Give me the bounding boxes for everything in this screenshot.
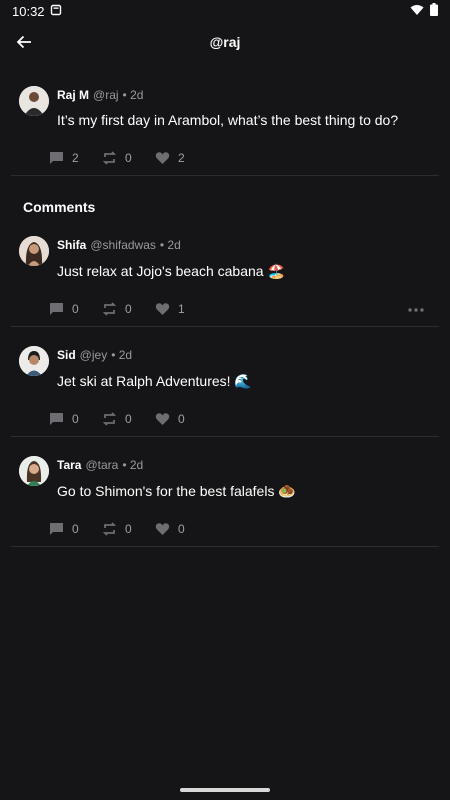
heart-icon <box>155 523 170 535</box>
repost-button[interactable]: 0 <box>102 412 155 426</box>
author-name[interactable]: Sid <box>57 348 76 362</box>
divider <box>11 175 439 176</box>
like-count: 1 <box>178 302 185 316</box>
like-count: 0 <box>178 522 185 536</box>
comment-count: 0 <box>72 412 79 426</box>
repost-count: 0 <box>125 302 132 316</box>
like-button[interactable]: 1 <box>155 302 208 316</box>
post-actions: 2 0 2 <box>49 151 208 165</box>
repost-button[interactable]: 0 <box>102 522 155 536</box>
home-indicator[interactable] <box>180 788 270 792</box>
comment-actions: 0 0 0 <box>49 412 208 426</box>
repost-icon <box>102 522 117 536</box>
heart-icon <box>155 303 170 315</box>
author-name[interactable]: Raj M <box>57 88 89 102</box>
comment-time: • 2d <box>122 458 144 472</box>
like-button[interactable]: 0 <box>155 522 208 536</box>
like-count: 0 <box>178 412 185 426</box>
like-button[interactable]: 0 <box>155 412 208 426</box>
comment-count: 0 <box>72 302 79 316</box>
divider <box>11 546 439 547</box>
comment-item[interactable]: Tara @tara • 2d Go to Shimon's for the b… <box>0 452 450 546</box>
heart-icon <box>155 152 170 164</box>
comments-heading: Comments <box>23 199 96 215</box>
status-time: 10:32 <box>12 3 45 19</box>
repost-icon <box>102 412 117 426</box>
comment-header: Sid @jey • 2d <box>57 348 132 362</box>
comment-icon <box>50 303 63 315</box>
comment-item[interactable]: Sid @jey • 2d Jet ski at Ralph Adventure… <box>0 342 450 436</box>
divider <box>11 436 439 437</box>
author-handle[interactable]: @tara <box>85 458 118 472</box>
battery-icon <box>430 3 438 19</box>
like-button[interactable]: 2 <box>155 151 208 165</box>
comment-button[interactable]: 0 <box>49 302 102 316</box>
comment-count: 0 <box>72 522 79 536</box>
back-arrow-icon[interactable] <box>8 26 40 58</box>
comment-icon <box>50 523 63 535</box>
author-handle[interactable]: @jey <box>80 348 108 362</box>
app-bar: @raj <box>0 22 450 62</box>
comment-actions: 0 0 0 <box>49 522 208 536</box>
post-time: • 2d <box>122 88 144 102</box>
repost-count: 0 <box>125 151 132 165</box>
wifi-icon <box>410 4 424 19</box>
avatar[interactable] <box>19 456 49 486</box>
heart-icon <box>155 413 170 425</box>
repost-count: 0 <box>125 412 132 426</box>
author-handle[interactable]: @shifadwas <box>90 238 156 252</box>
status-bar: 10:32 <box>0 0 450 22</box>
comment-icon <box>50 152 63 164</box>
comment-actions: 0 0 1 <box>49 302 208 316</box>
avatar[interactable] <box>19 86 49 116</box>
comment-header: Tara @tara • 2d <box>57 458 143 472</box>
comment-button[interactable]: 0 <box>49 522 102 536</box>
avatar[interactable] <box>19 346 49 376</box>
post-header: Raj M @raj • 2d <box>57 88 143 102</box>
more-options-icon[interactable] <box>404 302 428 318</box>
page-title: @raj <box>209 34 241 50</box>
notification-icon <box>50 4 62 19</box>
author-handle[interactable]: @raj <box>93 88 119 102</box>
divider <box>11 326 439 327</box>
comment-time: • 2d <box>159 238 181 252</box>
comment-item[interactable]: Shifa @shifadwas • 2d Just relax at Jojo… <box>0 232 450 326</box>
author-name[interactable]: Shifa <box>57 238 86 252</box>
comment-text: Just relax at Jojo's beach cabana 🏖️ <box>57 263 285 279</box>
original-post[interactable]: Raj M @raj • 2d It’s my first day in Ara… <box>0 80 450 175</box>
like-count: 2 <box>178 151 185 165</box>
comment-text: Go to Shimon's for the best falafels 🧆 <box>57 483 296 499</box>
avatar[interactable] <box>19 236 49 266</box>
comment-button[interactable]: 2 <box>49 151 102 165</box>
comment-button[interactable]: 0 <box>49 412 102 426</box>
author-name[interactable]: Tara <box>57 458 81 472</box>
post-text: It’s my first day in Arambol, what’s the… <box>57 112 399 128</box>
comment-header: Shifa @shifadwas • 2d <box>57 238 181 252</box>
repost-button[interactable]: 0 <box>102 302 155 316</box>
comment-icon <box>50 413 63 425</box>
comment-text: Jet ski at Ralph Adventures! 🌊 <box>57 373 252 389</box>
repost-count: 0 <box>125 522 132 536</box>
repost-icon <box>102 302 117 316</box>
comment-count: 2 <box>72 151 79 165</box>
repost-button[interactable]: 0 <box>102 151 155 165</box>
repost-icon <box>102 151 117 165</box>
comment-time: • 2d <box>111 348 133 362</box>
